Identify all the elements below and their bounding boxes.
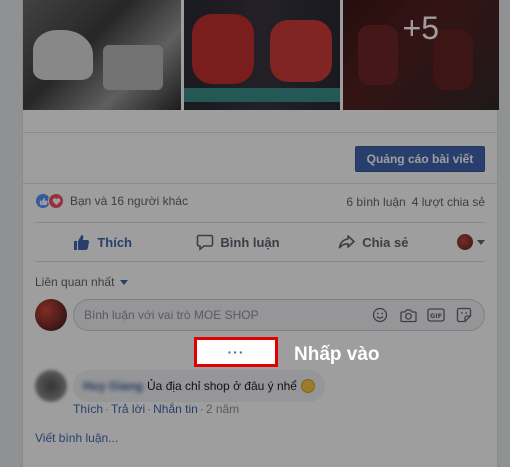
teal-stripe <box>184 88 340 102</box>
click-here-annotation: Nhấp vào <box>294 344 380 365</box>
separator-dot: · <box>199 402 204 416</box>
comment-text: Ủa địa chỉ shop ở đâu ý nhể <box>147 379 297 393</box>
post-actions-bar: Thích Bình luận Chia sẻ <box>35 222 485 262</box>
chevron-down-icon <box>120 279 129 285</box>
emoji-icon[interactable] <box>370 307 390 323</box>
shares-count[interactable]: 4 lượt chia sẻ <box>412 195 485 209</box>
sticker-icon[interactable] <box>454 307 474 323</box>
red-bag-shape-2 <box>270 20 332 82</box>
comment-button[interactable]: Bình luận <box>170 233 305 251</box>
comment-sort-dropdown[interactable]: Liên quan nhất <box>35 275 129 289</box>
elephant-shape <box>33 30 93 80</box>
photo-grid: +5 <box>23 0 499 110</box>
camera-icon[interactable] <box>398 307 418 323</box>
share-button[interactable]: Chia sẻ <box>306 233 441 251</box>
share-arrow-icon <box>338 235 355 249</box>
reactions-text: Bạn và 16 người khác <box>70 194 188 208</box>
svg-text:GIF: GIF <box>430 312 442 320</box>
commenter-name[interactable]: Huy Giang <box>83 379 143 393</box>
thumbs-up-icon <box>74 235 90 250</box>
comment-bubble-icon <box>197 234 214 251</box>
gif-icon[interactable]: GIF <box>426 307 446 323</box>
more-comments-button[interactable]: ··· <box>194 337 278 367</box>
boost-post-button[interactable]: Quảng cáo bài viết <box>355 146 485 172</box>
red-bag-shape <box>192 14 254 84</box>
divider <box>23 132 497 133</box>
emoji-icon <box>300 379 315 393</box>
separator-dot: · <box>147 402 152 416</box>
post-card: +5 Quảng cáo bài viết Bạn và 16 người kh… <box>22 0 499 467</box>
comment-composer: Bình luận với vai trò MOE SHOP GIF <box>35 298 485 332</box>
comment-actions: Thích · Trả lời · Nhắn tin · 2 năm <box>73 402 239 416</box>
like-label: Thích <box>97 234 132 250</box>
composer-icons: GIF <box>370 307 474 323</box>
commenter-avatar[interactable] <box>35 370 67 402</box>
page-avatar-mini <box>456 234 473 250</box>
post-as-selector[interactable] <box>441 234 485 250</box>
comment-like-link[interactable]: Thích <box>73 402 103 416</box>
write-comment-link[interactable]: Viết bình luận... <box>35 431 118 445</box>
photo-red-elephant-bags[interactable] <box>184 0 340 110</box>
separator-dot: · <box>105 402 110 416</box>
love-reaction-icon <box>48 193 64 209</box>
comment-reply-link[interactable]: Trả lời <box>111 402 145 416</box>
chevron-down-icon <box>476 239 485 245</box>
comment-bubble: Huy Giang Ủa địa chỉ shop ở đâu ý nhể <box>73 370 325 402</box>
engagement-counts: 6 bình luận 4 lượt chia sẻ <box>346 195 485 209</box>
sort-label: Liên quan nhất <box>35 275 115 289</box>
more-photos-count: +5 <box>402 10 439 46</box>
comment-timestamp[interactable]: 2 năm <box>206 402 239 416</box>
photo-more[interactable]: +5 <box>343 0 499 110</box>
avatar[interactable] <box>35 299 67 331</box>
like-button[interactable]: Thích <box>35 233 170 251</box>
comment-message-link[interactable]: Nhắn tin <box>153 402 198 416</box>
divider <box>23 183 497 184</box>
bag-shape <box>103 45 163 90</box>
photo-elephant-bags[interactable] <box>23 0 181 110</box>
comment-input[interactable]: Bình luận với vai trò MOE SHOP GIF <box>73 299 485 331</box>
reactions-summary[interactable]: Bạn và 16 người khác <box>35 193 188 209</box>
comments-count[interactable]: 6 bình luận <box>346 195 405 209</box>
comment-item: Huy Giang Ủa địa chỉ shop ở đâu ý nhể <box>35 370 325 402</box>
comment-placeholder: Bình luận với vai trò MOE SHOP <box>84 308 259 322</box>
comment-label: Bình luận <box>220 234 280 250</box>
share-label: Chia sẻ <box>362 234 409 250</box>
